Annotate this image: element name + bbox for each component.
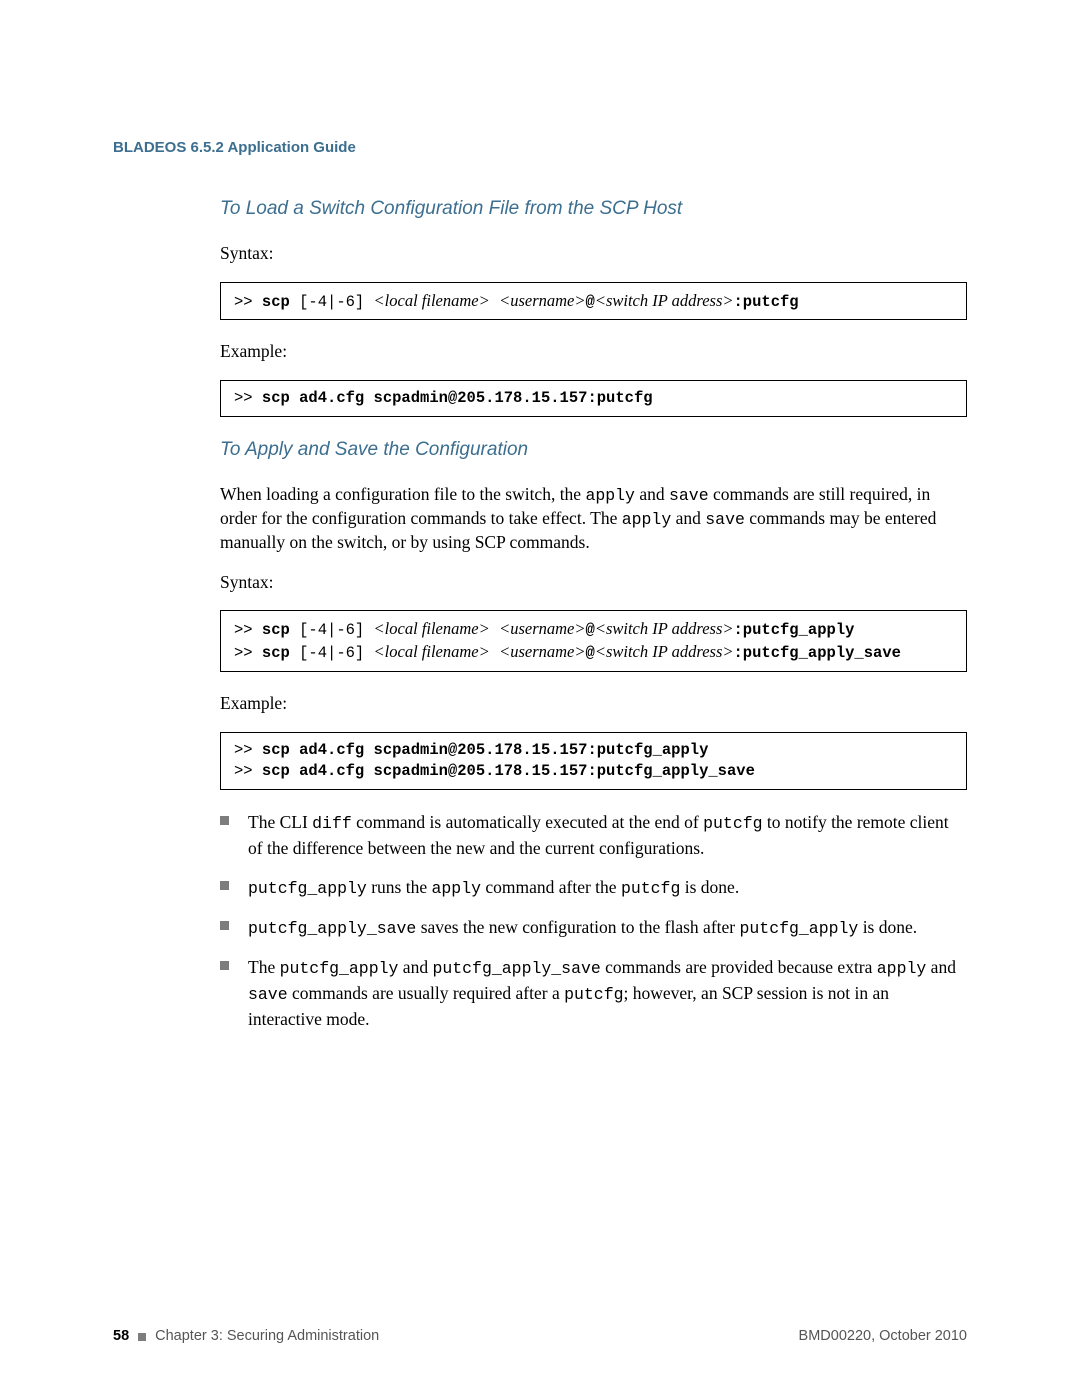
- code-text: :putcfg_apply_save: [734, 644, 901, 662]
- text: command is automatically executed at the…: [352, 812, 703, 832]
- code-text: scp ad4.cfg scpadmin@205.178.15.157:putc…: [262, 762, 755, 780]
- code-text: [490, 644, 499, 662]
- code-text: @: [586, 621, 595, 639]
- code-text: scp: [262, 621, 299, 639]
- inline-code: putcfg_apply: [739, 919, 858, 938]
- code-param: <local filename>: [374, 291, 490, 310]
- code-syntax-1: >> scp [-4|-6] <local filename> <usernam…: [220, 282, 967, 321]
- syntax-label-2: Syntax:: [220, 571, 967, 595]
- code-text: scp ad4.cfg scpadmin@205.178.15.157:putc…: [262, 389, 653, 407]
- code-text: [-4|-6]: [299, 293, 373, 311]
- code-text: :putcfg: [734, 293, 799, 311]
- text: command after the: [481, 877, 621, 897]
- chapter-label: Chapter 3: Securing Administration: [155, 1327, 379, 1347]
- code-text: scp: [262, 293, 299, 311]
- code-text: [-4|-6]: [299, 644, 373, 662]
- list-item: putcfg_apply_save saves the new configur…: [220, 915, 967, 941]
- code-line: >> scp ad4.cfg scpadmin@205.178.15.157:p…: [234, 740, 953, 761]
- section-heading-apply: To Apply and Save the Configuration: [220, 437, 967, 463]
- text: is done.: [680, 877, 739, 897]
- code-text: >>: [234, 644, 262, 662]
- code-text: [490, 621, 499, 639]
- content-area: To Load a Switch Configuration File from…: [113, 196, 967, 1032]
- text: When loading a configuration file to the…: [220, 484, 585, 504]
- code-text: >>: [234, 621, 262, 639]
- page-content: BLADEOS 6.5.2 Application Guide To Load …: [113, 0, 967, 1126]
- list-item: putcfg_apply runs the apply command afte…: [220, 875, 967, 901]
- text: The CLI: [248, 812, 312, 832]
- code-param: <switch IP address>: [595, 619, 734, 638]
- code-line: >> scp ad4.cfg scpadmin@205.178.15.157:p…: [234, 761, 953, 782]
- code-param: <username>: [499, 291, 585, 310]
- code-text: [490, 293, 499, 311]
- inline-code: putcfg: [621, 879, 680, 898]
- text: commands are usually required after a: [288, 983, 564, 1003]
- inline-code: save: [248, 985, 288, 1004]
- code-param: <local filename>: [374, 642, 490, 661]
- list-item: The CLI diff command is automatically ex…: [220, 810, 967, 861]
- page-footer: 58 Chapter 3: Securing Administration BM…: [113, 1327, 967, 1347]
- example-label-2: Example:: [220, 692, 967, 716]
- code-example-2: >> scp ad4.cfg scpadmin@205.178.15.157:p…: [220, 732, 967, 790]
- code-text: >>: [234, 741, 262, 759]
- inline-code: diff: [312, 814, 352, 833]
- syntax-label-1: Syntax:: [220, 242, 967, 266]
- inline-code: apply: [622, 510, 672, 529]
- code-text: >>: [234, 762, 262, 780]
- inline-code: apply: [431, 879, 481, 898]
- code-param: <username>: [499, 642, 585, 661]
- code-param: <switch IP address>: [595, 642, 734, 661]
- code-syntax-2: >> scp [-4|-6] <local filename> <usernam…: [220, 610, 967, 672]
- code-text: scp ad4.cfg scpadmin@205.178.15.157:putc…: [262, 741, 708, 759]
- code-param: <switch IP address>: [595, 291, 734, 310]
- list-item: The putcfg_apply and putcfg_apply_save c…: [220, 955, 967, 1032]
- text: and: [635, 484, 669, 504]
- code-text: [-4|-6]: [299, 621, 373, 639]
- code-text: >>: [234, 293, 262, 311]
- text: and: [926, 957, 956, 977]
- text: and: [671, 508, 705, 528]
- code-text: scp: [262, 644, 299, 662]
- code-text: :putcfg_apply: [734, 621, 855, 639]
- text: The: [248, 957, 280, 977]
- code-text: >>: [234, 389, 262, 407]
- text: runs the: [367, 877, 432, 897]
- page-number: 58: [113, 1327, 129, 1347]
- section-heading-load: To Load a Switch Configuration File from…: [220, 196, 967, 222]
- doc-running-header: BLADEOS 6.5.2 Application Guide: [113, 138, 967, 158]
- code-param: <local filename>: [374, 619, 490, 638]
- inline-code: apply: [877, 959, 927, 978]
- square-bullet-icon: [138, 1333, 146, 1341]
- code-line: >> scp [-4|-6] <local filename> <usernam…: [234, 641, 953, 664]
- inline-code: apply: [585, 486, 635, 505]
- inline-code: putcfg_apply_save: [432, 959, 600, 978]
- inline-code: save: [669, 486, 709, 505]
- code-example-1: >> scp ad4.cfg scpadmin@205.178.15.157:p…: [220, 380, 967, 417]
- text: commands are provided because extra: [601, 957, 877, 977]
- text: and: [398, 957, 432, 977]
- text: saves the new configuration to the flash…: [416, 917, 739, 937]
- intro-paragraph: When loading a configuration file to the…: [220, 483, 967, 555]
- text: is done.: [858, 917, 917, 937]
- doc-id: BMD00220, October 2010: [799, 1327, 967, 1347]
- inline-code: putcfg: [703, 814, 762, 833]
- inline-code: putcfg_apply: [280, 959, 399, 978]
- inline-code: putcfg_apply_save: [248, 919, 416, 938]
- code-param: <username>: [499, 619, 585, 638]
- code-text: @: [586, 644, 595, 662]
- code-line: >> scp [-4|-6] <local filename> <usernam…: [234, 618, 953, 641]
- bullet-list: The CLI diff command is automatically ex…: [220, 810, 967, 1032]
- code-text: @: [586, 293, 595, 311]
- inline-code: putcfg: [564, 985, 623, 1004]
- example-label-1: Example:: [220, 340, 967, 364]
- inline-code: save: [705, 510, 745, 529]
- inline-code: putcfg_apply: [248, 879, 367, 898]
